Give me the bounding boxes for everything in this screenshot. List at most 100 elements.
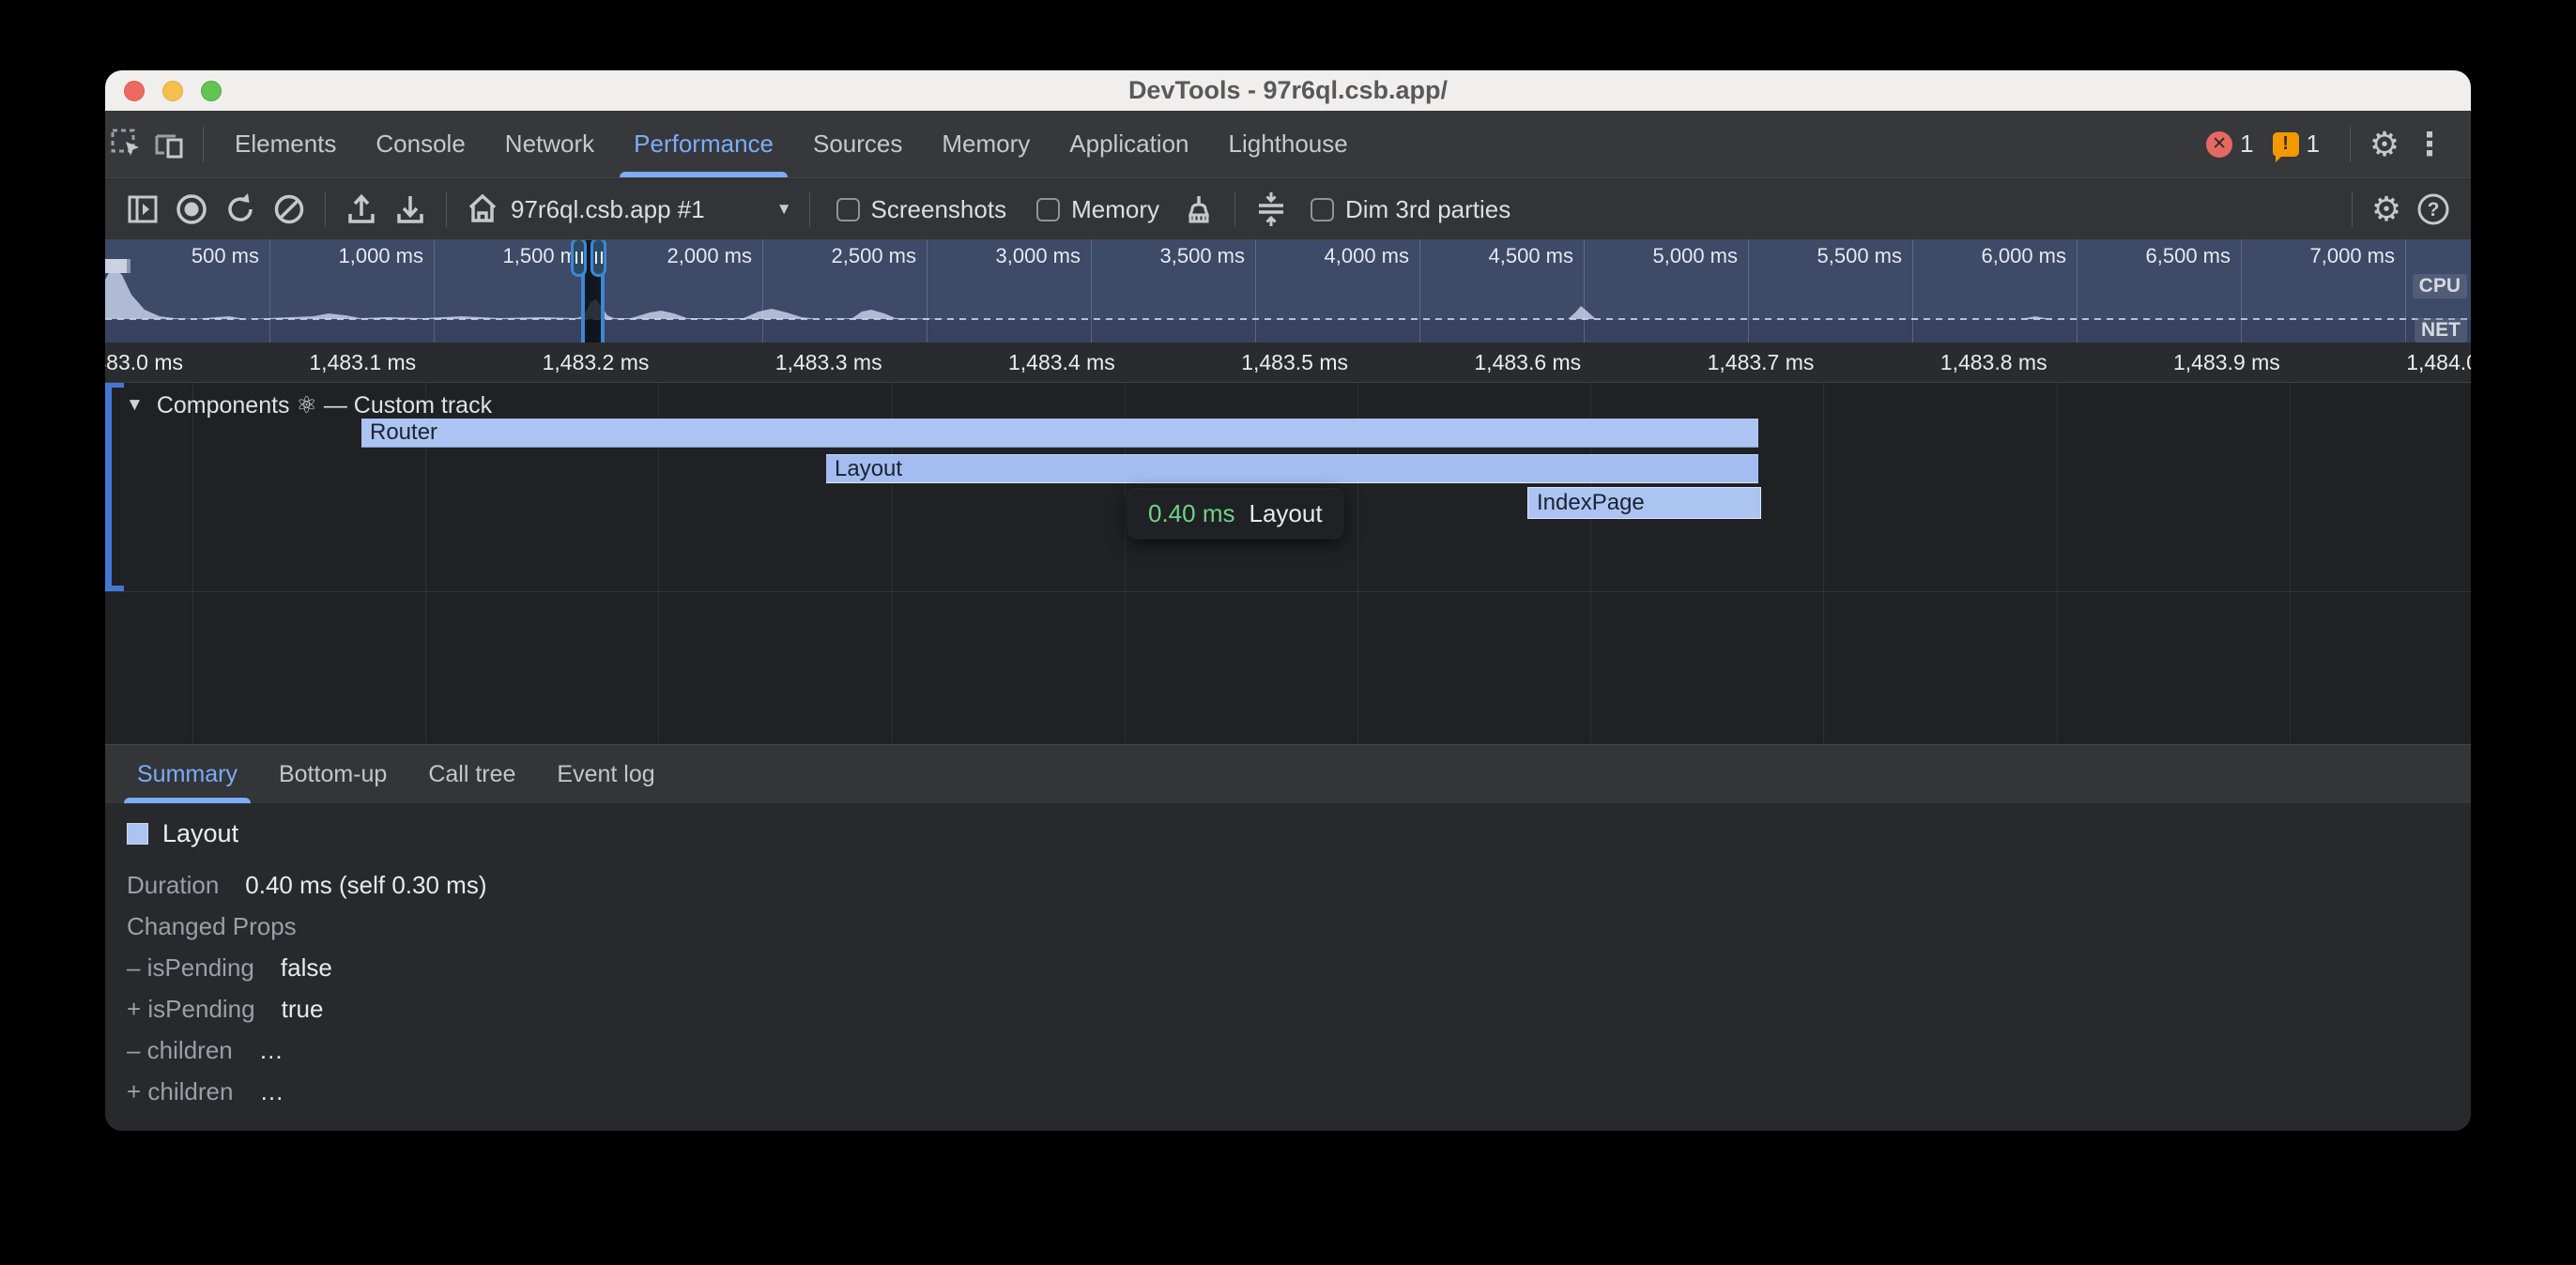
flame-event-layout[interactable]: Layout bbox=[826, 454, 1758, 483]
flame-event-router[interactable]: Router bbox=[361, 419, 1758, 448]
summary-rows: Duration0.40 ms (self 0.30 ms)Changed Pr… bbox=[127, 871, 486, 1119]
event-color-swatch bbox=[127, 823, 148, 845]
overview-gridline bbox=[1091, 240, 1092, 343]
minimize-window-button[interactable] bbox=[162, 81, 183, 101]
detail-tick-label: 1,483.5 ms bbox=[1241, 350, 1357, 375]
close-window-button[interactable] bbox=[124, 81, 145, 101]
error-badge[interactable]: ✕ 1 bbox=[2206, 130, 2253, 159]
screenshot-canvas: DevTools - 97r6ql.csb.app/ ElementsConso… bbox=[0, 0, 2576, 1265]
tab-network[interactable]: Network bbox=[485, 111, 614, 177]
home-icon[interactable] bbox=[458, 185, 507, 234]
tab-sources[interactable]: Sources bbox=[793, 111, 922, 177]
summary-row: – isPendingfalse bbox=[127, 953, 486, 995]
tab-application[interactable]: Application bbox=[1050, 111, 1208, 177]
reload-and-record-icon[interactable] bbox=[216, 185, 265, 234]
overview-tick-label: 4,500 ms bbox=[1489, 244, 1583, 268]
detail-tick-label: 1,483.0 ms bbox=[105, 350, 192, 375]
row-separator bbox=[105, 591, 2471, 592]
detail-tick-label: 1,483.2 ms bbox=[543, 350, 659, 375]
tab-lighthouse[interactable]: Lighthouse bbox=[1209, 111, 1368, 177]
flame-event-indexpage[interactable]: IndexPage bbox=[1527, 487, 1761, 519]
details-tab-call-tree[interactable]: Call tree bbox=[407, 745, 536, 803]
load-profile-icon[interactable] bbox=[337, 185, 386, 234]
flame-chart[interactable]: ▼ Components ⚛ — Custom track Router Layo… bbox=[105, 383, 2471, 744]
screenshot-thumbnail bbox=[105, 259, 130, 273]
detail-time-ruler: 1,483.0 ms1,483.1 ms1,483.2 ms1,483.3 ms… bbox=[105, 343, 2471, 383]
details-tabbar: SummaryBottom-upCall treeEvent log bbox=[105, 744, 2471, 803]
dim-3rd-parties-checkbox[interactable] bbox=[1311, 198, 1334, 221]
divider bbox=[1234, 191, 1235, 227]
detail-tick-label: 1,483.8 ms bbox=[1940, 350, 2057, 375]
svg-text:?: ? bbox=[2428, 199, 2440, 221]
overview-tick-label: 6,000 ms bbox=[1982, 244, 2076, 268]
zoom-window-button[interactable] bbox=[201, 81, 222, 101]
devtools-tabbar: ElementsConsoleNetworkPerformanceSources… bbox=[105, 111, 2471, 178]
save-profile-icon[interactable] bbox=[386, 185, 435, 234]
overview-gridline bbox=[1255, 240, 1256, 343]
toggle-sidebar-icon[interactable] bbox=[118, 185, 167, 234]
memory-toggle[interactable]: Memory bbox=[1036, 195, 1159, 224]
flame-gridline bbox=[2057, 383, 2058, 744]
selection-left-handle[interactable] bbox=[571, 240, 587, 277]
selection-right-handle[interactable] bbox=[590, 240, 606, 277]
divider bbox=[2352, 191, 2353, 227]
tab-console[interactable]: Console bbox=[356, 111, 484, 177]
details-tab-bottom-up[interactable]: Bottom-up bbox=[258, 745, 407, 803]
overview-gridline bbox=[1419, 240, 1420, 343]
tab-elements[interactable]: Elements bbox=[215, 111, 356, 177]
overview-tick-label: 6,500 ms bbox=[2146, 244, 2240, 268]
screenshots-checkbox[interactable] bbox=[836, 198, 860, 221]
record-button[interactable] bbox=[167, 185, 216, 234]
issues-count: 1 bbox=[2307, 130, 2320, 159]
dim-3rd-parties-label: Dim 3rd parties bbox=[1345, 195, 1510, 224]
clear-recording-icon[interactable] bbox=[265, 185, 314, 234]
issues-icon: ! bbox=[2273, 132, 2299, 157]
summary-row: – children… bbox=[127, 1036, 486, 1077]
dim-3rd-parties-toggle[interactable]: Dim 3rd parties bbox=[1311, 195, 1510, 224]
capture-settings-gear-icon[interactable]: ⚙ bbox=[2364, 187, 2409, 232]
error-icon: ✕ bbox=[2206, 131, 2232, 158]
divider bbox=[203, 127, 204, 162]
divider bbox=[325, 191, 326, 227]
issues-badge[interactable]: ! 1 bbox=[2273, 130, 2320, 159]
overview-tick-label: 3,500 ms bbox=[1160, 244, 1254, 268]
detail-tick-label: 1,483.6 ms bbox=[1474, 350, 1590, 375]
tab-memory[interactable]: Memory bbox=[922, 111, 1050, 177]
panel-tabs: ElementsConsoleNetworkPerformanceSources… bbox=[215, 111, 1368, 177]
collapse-rows-icon[interactable] bbox=[1247, 185, 1296, 234]
more-options-icon[interactable]: ⋮ bbox=[2407, 122, 2452, 167]
overview-gridline bbox=[2077, 240, 2078, 343]
overview-gridline bbox=[927, 240, 928, 343]
timeline-overview[interactable]: 500 ms1,000 ms1,500 ms2,000 ms2,500 ms3,… bbox=[105, 240, 2471, 343]
detail-tick-label: 1,483.3 ms bbox=[775, 350, 892, 375]
inspect-element-icon[interactable] bbox=[105, 123, 148, 166]
target-selector[interactable]: 97r6ql.csb.app #1 ▼ bbox=[511, 195, 792, 224]
disclosure-triangle-icon[interactable]: ▼ bbox=[126, 395, 144, 416]
collect-garbage-icon[interactable] bbox=[1174, 185, 1223, 234]
track-header[interactable]: ▼ Components ⚛ — Custom track bbox=[126, 391, 492, 419]
device-toolbar-icon[interactable] bbox=[148, 123, 192, 166]
memory-checkbox[interactable] bbox=[1036, 198, 1060, 221]
settings-gear-icon[interactable]: ⚙ bbox=[2362, 122, 2407, 167]
tooltip-duration: 0.40 ms bbox=[1148, 499, 1235, 528]
tabbar-right-cluster: ✕ 1 ! 1 ⚙ ⋮ bbox=[2206, 122, 2471, 167]
details-tab-event-log[interactable]: Event log bbox=[536, 745, 675, 803]
summary-row-value: false bbox=[281, 953, 332, 983]
cpu-activity-waveform bbox=[105, 240, 2471, 343]
memory-label: Memory bbox=[1071, 195, 1159, 224]
overview-tick-label: 2,000 ms bbox=[667, 244, 761, 268]
overview-gridline bbox=[1584, 240, 1585, 343]
overview-tick-label: 5,500 ms bbox=[1817, 244, 1911, 268]
performance-toolbar: 97r6ql.csb.app #1 ▼ Screenshots Memory bbox=[105, 179, 2471, 240]
details-tab-summary[interactable]: Summary bbox=[116, 745, 258, 803]
help-icon[interactable]: ? bbox=[2409, 185, 2458, 234]
target-selector-value: 97r6ql.csb.app #1 bbox=[511, 195, 705, 224]
tab-performance[interactable]: Performance bbox=[614, 111, 793, 177]
net-lane-label: NET bbox=[2415, 318, 2467, 343]
overview-tick-label: 500 ms bbox=[192, 244, 268, 268]
devtools-window: DevTools - 97r6ql.csb.app/ ElementsConso… bbox=[105, 70, 2471, 1131]
detail-tick-label: 1,483.9 ms bbox=[2173, 350, 2290, 375]
summary-title-row: Layout bbox=[127, 819, 238, 848]
overview-gridline bbox=[762, 240, 763, 343]
screenshots-toggle[interactable]: Screenshots bbox=[836, 195, 1007, 224]
